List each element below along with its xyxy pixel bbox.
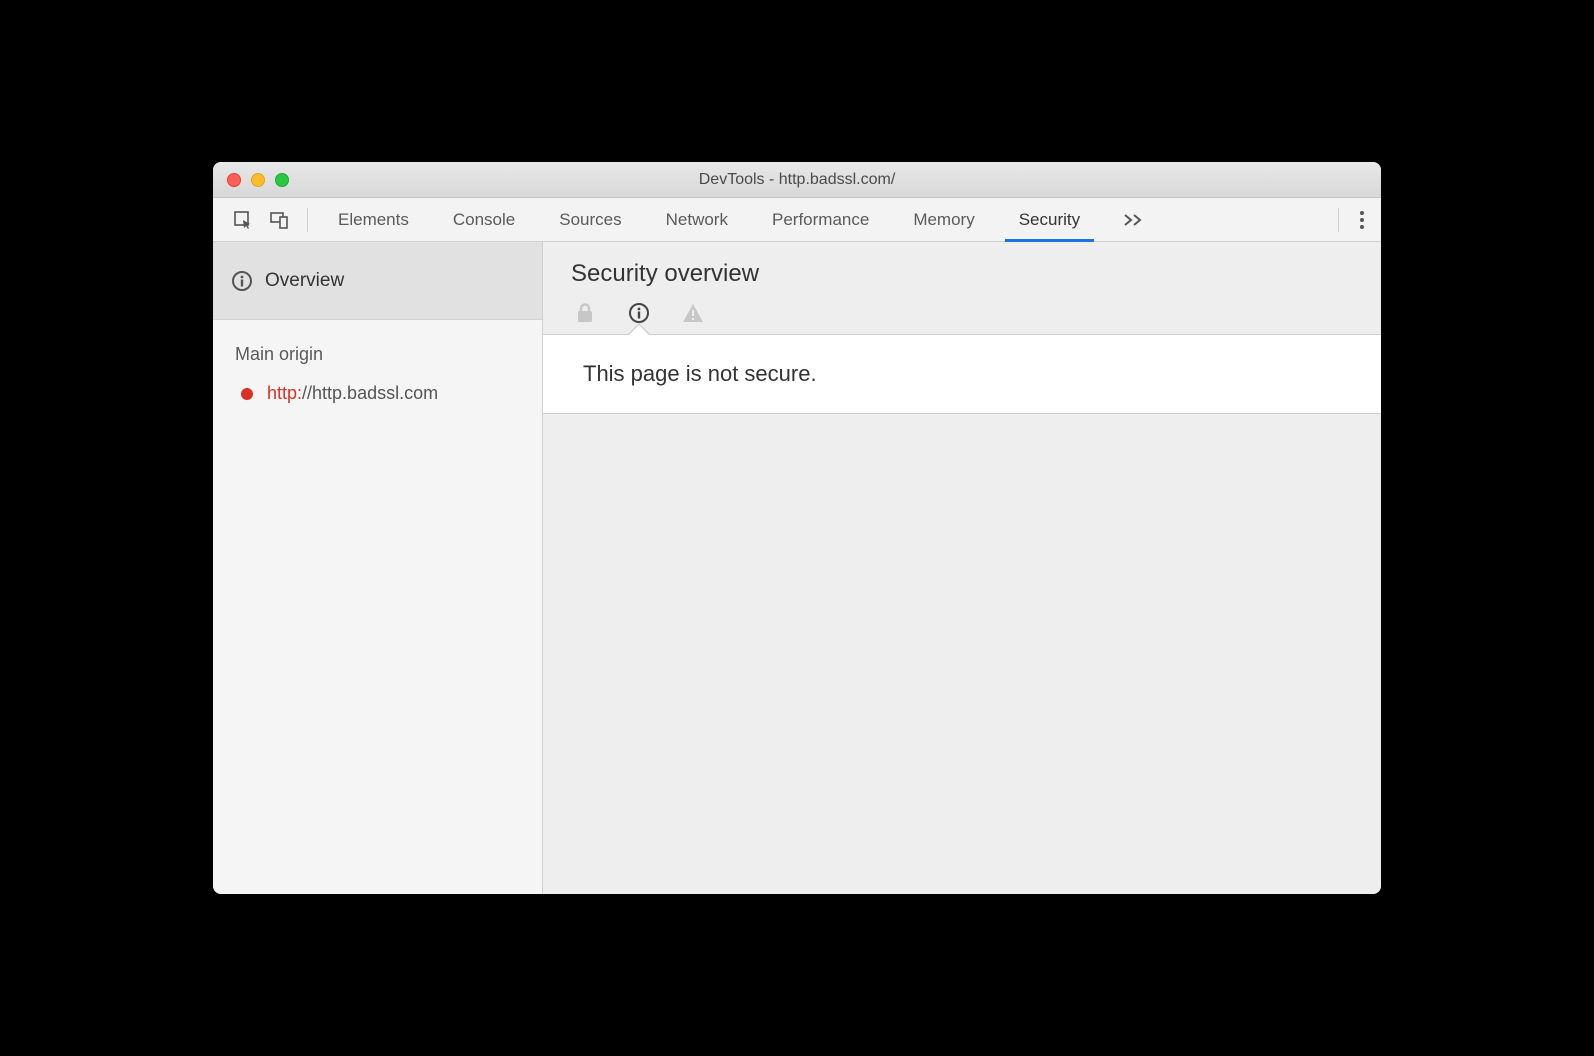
- toolbar-left-icons: [223, 210, 299, 230]
- tab-security[interactable]: Security: [997, 198, 1102, 241]
- security-main: Security overview: [543, 242, 1381, 894]
- tab-network[interactable]: Network: [644, 198, 750, 241]
- security-sidebar: Overview Main origin http://http.badssl.…: [213, 242, 543, 894]
- origin-url: http://http.badssl.com: [267, 383, 438, 404]
- toolbar-right: [1330, 208, 1371, 232]
- sidebar-overview[interactable]: Overview: [213, 242, 542, 320]
- device-toolbar-icon[interactable]: [269, 210, 289, 230]
- titlebar: DevTools - http.badssl.com/: [213, 162, 1381, 198]
- lock-icon: [576, 303, 594, 323]
- security-overview-title: Security overview: [571, 260, 1353, 288]
- toolbar: Elements Console Sources Network Perform…: [213, 198, 1381, 242]
- security-message: This page is not secure.: [543, 334, 1381, 414]
- maximize-window-button[interactable]: [275, 173, 289, 187]
- info-icon: [231, 270, 253, 292]
- security-indicators: [571, 302, 1353, 334]
- tab-performance[interactable]: Performance: [750, 198, 891, 241]
- origin-scheme: http:: [267, 383, 302, 403]
- tab-overflow-button[interactable]: [1102, 198, 1164, 241]
- toolbar-divider: [307, 208, 308, 232]
- window-title: DevTools - http.badssl.com/: [213, 171, 1381, 189]
- traffic-lights: [213, 173, 289, 187]
- tab-sources[interactable]: Sources: [537, 198, 643, 241]
- sidebar-overview-label: Overview: [265, 270, 344, 292]
- warning-indicator[interactable]: [681, 303, 705, 323]
- content: Overview Main origin http://http.badssl.…: [213, 242, 1381, 894]
- toolbar-divider-right: [1338, 208, 1339, 232]
- tab-memory[interactable]: Memory: [891, 198, 996, 241]
- devtools-window: DevTools - http.badssl.com/ Elements Con…: [213, 162, 1381, 894]
- inspect-element-icon[interactable]: [233, 210, 253, 230]
- tab-console[interactable]: Console: [431, 198, 537, 241]
- origin-status-dot: [241, 388, 253, 400]
- warning-triangle-icon: [682, 303, 704, 323]
- origin-rest: //http.badssl.com: [302, 383, 438, 403]
- sidebar-section-label: Main origin: [213, 320, 542, 377]
- close-window-button[interactable]: [227, 173, 241, 187]
- tab-elements[interactable]: Elements: [316, 198, 431, 241]
- info-circle-icon: [628, 302, 650, 324]
- main-header: Security overview: [543, 242, 1381, 334]
- minimize-window-button[interactable]: [251, 173, 265, 187]
- kebab-menu-icon[interactable]: [1359, 210, 1365, 230]
- secure-indicator[interactable]: [573, 303, 597, 323]
- info-indicator[interactable]: [627, 302, 651, 324]
- panel-tabs: Elements Console Sources Network Perform…: [316, 198, 1330, 241]
- origin-item[interactable]: http://http.badssl.com: [213, 377, 542, 410]
